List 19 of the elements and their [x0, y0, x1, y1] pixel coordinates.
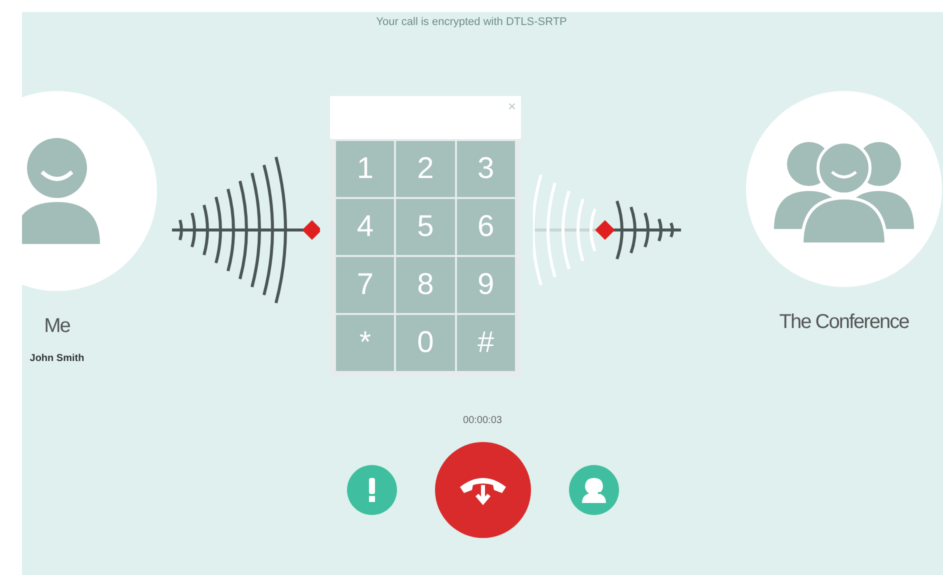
dialpad-key[interactable]: 5 — [396, 198, 455, 254]
dialpad-key[interactable]: # — [456, 314, 515, 370]
dialpad-key[interactable]: 7 — [336, 256, 394, 312]
close-button[interactable]: × — [502, 96, 521, 116]
dialpad-key[interactable]: 8 — [396, 256, 455, 312]
dialpad-key[interactable]: * — [336, 314, 394, 370]
dialpad-key[interactable]: 2 — [396, 140, 455, 196]
dialpad-key[interactable]: 4 — [336, 198, 394, 254]
dialpad-key[interactable]: 6 — [456, 198, 515, 254]
caller-username: John Smith — [30, 352, 84, 366]
encryption-notice: Your call is encrypted with DTLS-SRTP — [375, 15, 568, 30]
caller-name: Me — [44, 314, 70, 338]
dialpad-key[interactable]: 1 — [336, 140, 394, 196]
dialpad-key[interactable]: 9 — [456, 256, 515, 312]
call-timer: 00:00:03 — [462, 414, 503, 428]
exclamation-icon — [368, 478, 376, 502]
dialpad-key[interactable]: 3 — [456, 140, 515, 196]
dialpad-key[interactable]: 0 — [396, 314, 455, 370]
conference-name: The Conference — [779, 310, 909, 334]
